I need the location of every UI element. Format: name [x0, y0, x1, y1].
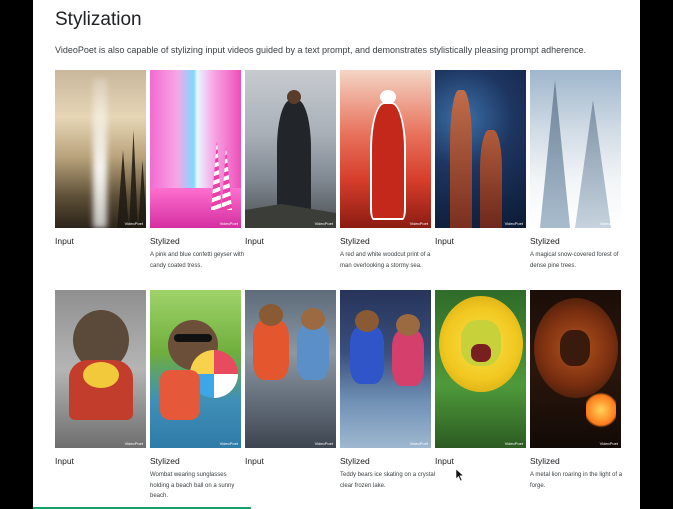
card-caption: Teddy bears ice skating on a crystal cle…: [340, 472, 436, 489]
card-label: Stylized: [340, 236, 370, 246]
card-label: Input: [435, 456, 454, 466]
video-thumbnail-nebula-input[interactable]: VideoPoet: [435, 70, 526, 228]
watermark: VideoPoet: [124, 221, 143, 226]
watermark: VideoPoet: [504, 221, 523, 226]
card-label: Input: [245, 456, 264, 466]
video-thumbnail-wanderer-stylized[interactable]: VideoPoet: [340, 70, 431, 228]
card-label: Input: [55, 236, 74, 246]
watermark: VideoPoet: [124, 441, 143, 446]
section-description: VideoPoet is also capable of stylizing i…: [55, 45, 587, 55]
watermark: VideoPoet: [314, 221, 333, 226]
watermark: VideoPoet: [219, 441, 238, 446]
watermark: VideoPoet: [504, 441, 523, 446]
watermark: VideoPoet: [409, 221, 428, 226]
section-title: Stylization: [55, 9, 142, 30]
card-caption: A pink and blue confetti geyser with can…: [150, 252, 245, 269]
video-thumbnail-geyser-input[interactable]: VideoPoet: [55, 70, 146, 228]
video-thumbnail-teddy-stylized[interactable]: VideoPoet: [340, 290, 431, 448]
watermark: VideoPoet: [409, 441, 428, 446]
video-thumbnail-wombat-input[interactable]: VideoPoet: [55, 290, 146, 448]
video-thumbnail-teddy-input[interactable]: VideoPoet: [245, 290, 336, 448]
card-label: Stylized: [530, 236, 560, 246]
mouse-cursor-icon: [456, 469, 464, 481]
card-label: Input: [245, 236, 264, 246]
card-label: Stylized: [150, 236, 180, 246]
watermark: VideoPoet: [314, 441, 333, 446]
card-caption: A magical snow-covered forest of dense p…: [530, 252, 619, 269]
card-label: Input: [435, 236, 454, 246]
watermark: VideoPoet: [599, 221, 618, 226]
video-thumbnail-lion-input[interactable]: VideoPoet: [435, 290, 526, 448]
card-label: Stylized: [530, 456, 560, 466]
card-caption: A red and white woodcut print of a man o…: [340, 252, 431, 269]
card-label: Stylized: [150, 456, 180, 466]
watermark: VideoPoet: [599, 441, 618, 446]
video-thumbnail-nebula-stylized[interactable]: VideoPoet: [530, 70, 621, 228]
video-thumbnail-wanderer-input[interactable]: VideoPoet: [245, 70, 336, 228]
video-thumbnail-geyser-stylized[interactable]: VideoPoet: [150, 70, 241, 228]
stylization-section: Stylization VideoPoet is also capable of…: [33, 0, 640, 509]
watermark: VideoPoet: [219, 221, 238, 226]
video-thumbnail-lion-stylized[interactable]: VideoPoet: [530, 290, 621, 448]
card-caption: A metal lion roaring in the light of a f…: [530, 472, 623, 489]
card-label: Input: [55, 456, 74, 466]
video-thumbnail-wombat-stylized[interactable]: VideoPoet: [150, 290, 241, 448]
card-label: Stylized: [340, 456, 370, 466]
card-caption: Wombat wearing sunglasses holding a beac…: [150, 472, 235, 499]
